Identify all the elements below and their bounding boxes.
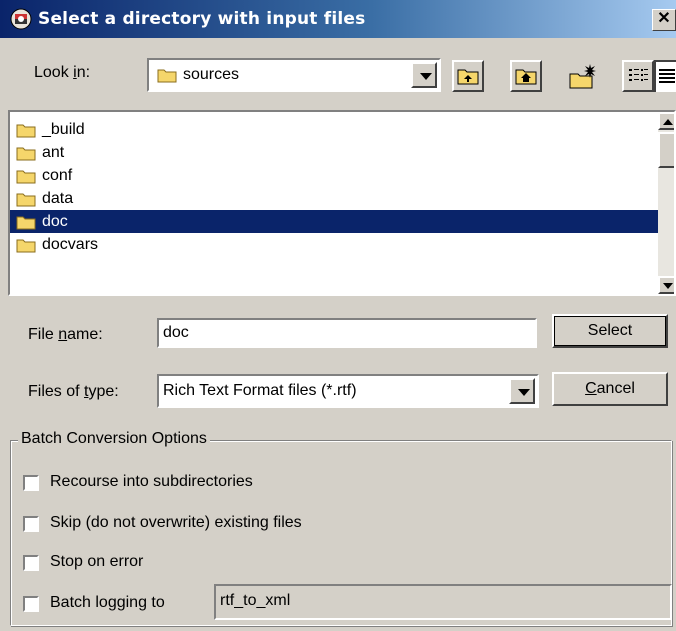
filetype-value: Rich Text Format files (*.rtf) — [163, 382, 357, 399]
lookin-label-post: n: — [76, 64, 91, 81]
filename-label-pre: File — [28, 326, 59, 343]
file-list[interactable]: _build ant conf data doc docvars — [8, 110, 676, 296]
batch-logging-checkbox[interactable] — [23, 596, 39, 612]
list-view-icon — [629, 69, 648, 81]
filename-label-mnemonic: n — [58, 326, 68, 343]
arrow-down-icon — [663, 283, 673, 289]
close-button[interactable]: ✕ — [652, 9, 676, 31]
skip-label: Skip (do not overwrite) existing files — [50, 514, 302, 531]
batch-logging-label: Batch logging to — [50, 594, 165, 611]
vertical-scrollbar[interactable] — [658, 112, 674, 294]
group-label: Batch Conversion Options — [18, 430, 210, 448]
new-folder-button[interactable] — [566, 60, 598, 92]
lookin-dropdown-button[interactable] — [411, 62, 437, 88]
folder-icon — [16, 239, 36, 253]
scroll-up-button[interactable] — [658, 112, 674, 130]
scroll-thumb[interactable] — [658, 132, 674, 168]
list-item-label: conf — [42, 167, 73, 184]
lookin-label-pre: Look — [34, 64, 74, 81]
folder-icon — [16, 124, 36, 138]
filename-label: File name: — [28, 326, 103, 344]
filetype-label-post: ype: — [88, 383, 119, 400]
list-item[interactable]: conf — [10, 164, 658, 187]
filename-label-post: ame: — [67, 326, 103, 343]
chevron-down-icon — [420, 73, 432, 80]
cancel-button[interactable]: Cancel — [552, 372, 668, 406]
skip-checkbox[interactable] — [23, 516, 39, 532]
filetype-label-pre: Files of — [28, 383, 85, 400]
lookin-combo[interactable]: sources — [147, 58, 441, 92]
folder-icon — [16, 170, 36, 184]
recurse-checkbox[interactable] — [23, 475, 39, 491]
details-view-icon — [659, 69, 675, 83]
list-item-label: _build — [42, 121, 85, 138]
folder-icon — [16, 193, 36, 207]
home-button[interactable] — [510, 60, 542, 92]
select-button[interactable]: Select — [552, 314, 668, 348]
filename-input[interactable]: doc — [157, 318, 537, 348]
home-folder-icon — [515, 69, 537, 85]
folder-icon — [16, 216, 36, 230]
up-one-level-button[interactable] — [452, 60, 484, 92]
list-item-label: ant — [42, 144, 65, 161]
lookin-value: sources — [183, 66, 240, 83]
list-item-label: docvars — [42, 236, 99, 253]
details-view-button[interactable] — [654, 60, 676, 92]
list-item-label: doc — [42, 213, 68, 230]
batch-log-input[interactable]: rtf_to_xml — [214, 584, 672, 620]
title-bar[interactable]: Select a directory with input files ✕ — [0, 0, 676, 38]
list-item-selected[interactable]: doc — [10, 210, 658, 233]
cancel-label: ancel — [596, 380, 635, 397]
folder-icon — [157, 69, 177, 83]
scroll-down-button[interactable] — [658, 276, 674, 294]
list-view-button[interactable] — [622, 60, 654, 92]
cancel-mnemonic: C — [585, 380, 597, 397]
stop-on-error-label: Stop on error — [50, 553, 144, 570]
recurse-label: Recourse into subdirectories — [50, 473, 253, 490]
list-item[interactable]: docvars — [10, 233, 658, 256]
folder-icon — [16, 147, 36, 161]
filetype-dropdown-button[interactable] — [509, 378, 535, 404]
filetype-label: Files of type: — [28, 383, 119, 401]
new-folder-icon — [569, 64, 596, 89]
chevron-down-icon — [518, 389, 530, 396]
list-item-label: data — [42, 190, 74, 207]
window-title: Select a directory with input files — [38, 9, 366, 29]
list-item[interactable]: ant — [10, 141, 658, 164]
app-icon — [10, 8, 32, 30]
up-folder-icon — [457, 69, 479, 85]
list-item[interactable]: _build — [10, 118, 658, 141]
list-item[interactable]: data — [10, 187, 658, 210]
lookin-label: Look in: — [34, 64, 90, 82]
stop-on-error-checkbox[interactable] — [23, 555, 39, 571]
filetype-combo[interactable]: Rich Text Format files (*.rtf) — [157, 374, 539, 408]
arrow-up-icon — [663, 119, 673, 125]
